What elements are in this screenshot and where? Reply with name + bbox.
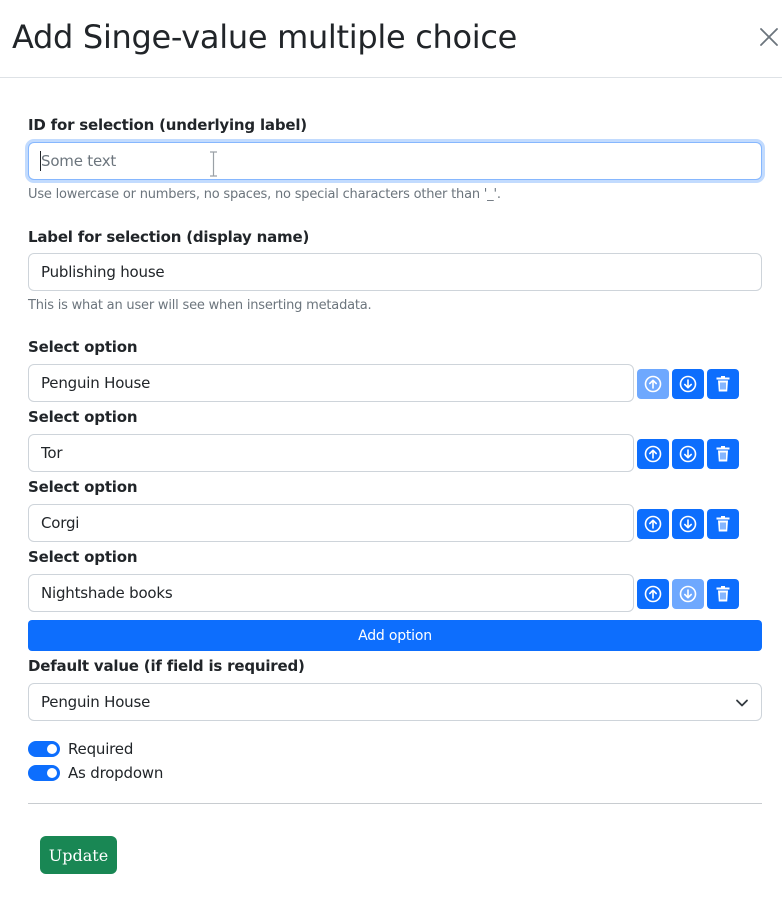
text-cursor-icon <box>209 151 218 177</box>
default-value-selected: Penguin House <box>41 693 151 711</box>
footer-divider <box>28 803 762 804</box>
toggle-knob <box>47 768 57 778</box>
arrow-down-circle-icon <box>679 585 697 603</box>
default-value-select[interactable]: Penguin House <box>28 683 762 721</box>
option-label: Select option <box>28 548 138 566</box>
move-down-button[interactable] <box>672 369 704 399</box>
move-down-button[interactable] <box>672 439 704 469</box>
default-value-label: Default value (if field is required) <box>28 657 305 675</box>
option-input[interactable] <box>28 574 634 612</box>
option-input[interactable] <box>28 364 634 402</box>
option-label: Select option <box>28 478 138 496</box>
id-field-help: Use lowercase or numbers, no spaces, no … <box>28 187 501 202</box>
arrow-down-circle-icon <box>679 515 697 533</box>
label-field-label: Label for selection (display name) <box>28 228 310 246</box>
dropdown-label: As dropdown <box>68 764 164 782</box>
required-label: Required <box>68 740 134 758</box>
close-icon[interactable] <box>758 26 780 48</box>
add-option-button[interactable]: Add option <box>28 620 762 651</box>
modal-title: Add Singe-value multiple choice <box>12 18 518 56</box>
required-toggle[interactable] <box>28 741 60 757</box>
arrow-up-circle-icon <box>644 445 662 463</box>
arrow-down-circle-icon <box>679 375 697 393</box>
move-up-button[interactable] <box>637 509 669 539</box>
trash-icon <box>715 585 731 603</box>
move-down-button[interactable] <box>672 579 704 609</box>
option-input[interactable] <box>28 434 634 472</box>
arrow-up-circle-icon <box>644 585 662 603</box>
trash-icon <box>715 375 731 393</box>
dropdown-toggle[interactable] <box>28 765 60 781</box>
update-button[interactable]: Update <box>40 836 117 874</box>
delete-option-button[interactable] <box>707 369 739 399</box>
arrow-down-circle-icon <box>679 445 697 463</box>
label-input[interactable] <box>28 253 762 291</box>
trash-icon <box>715 515 731 533</box>
move-up-button[interactable] <box>637 439 669 469</box>
trash-icon <box>715 445 731 463</box>
move-up-button[interactable] <box>637 579 669 609</box>
option-input[interactable] <box>28 504 634 542</box>
chevron-down-icon <box>735 696 749 710</box>
id-input[interactable] <box>28 142 762 180</box>
delete-option-button[interactable] <box>707 579 739 609</box>
toggle-knob <box>47 744 57 754</box>
option-label: Select option <box>28 338 138 356</box>
arrow-up-circle-icon <box>644 515 662 533</box>
label-field-help: This is what an user will see when inser… <box>28 298 372 313</box>
move-up-button[interactable] <box>637 369 669 399</box>
text-caret <box>40 151 41 171</box>
id-field-label: ID for selection (underlying label) <box>28 116 307 134</box>
delete-option-button[interactable] <box>707 509 739 539</box>
move-down-button[interactable] <box>672 509 704 539</box>
option-label: Select option <box>28 408 138 426</box>
delete-option-button[interactable] <box>707 439 739 469</box>
arrow-up-circle-icon <box>644 375 662 393</box>
modal-header: Add Singe-value multiple choice <box>0 0 782 78</box>
